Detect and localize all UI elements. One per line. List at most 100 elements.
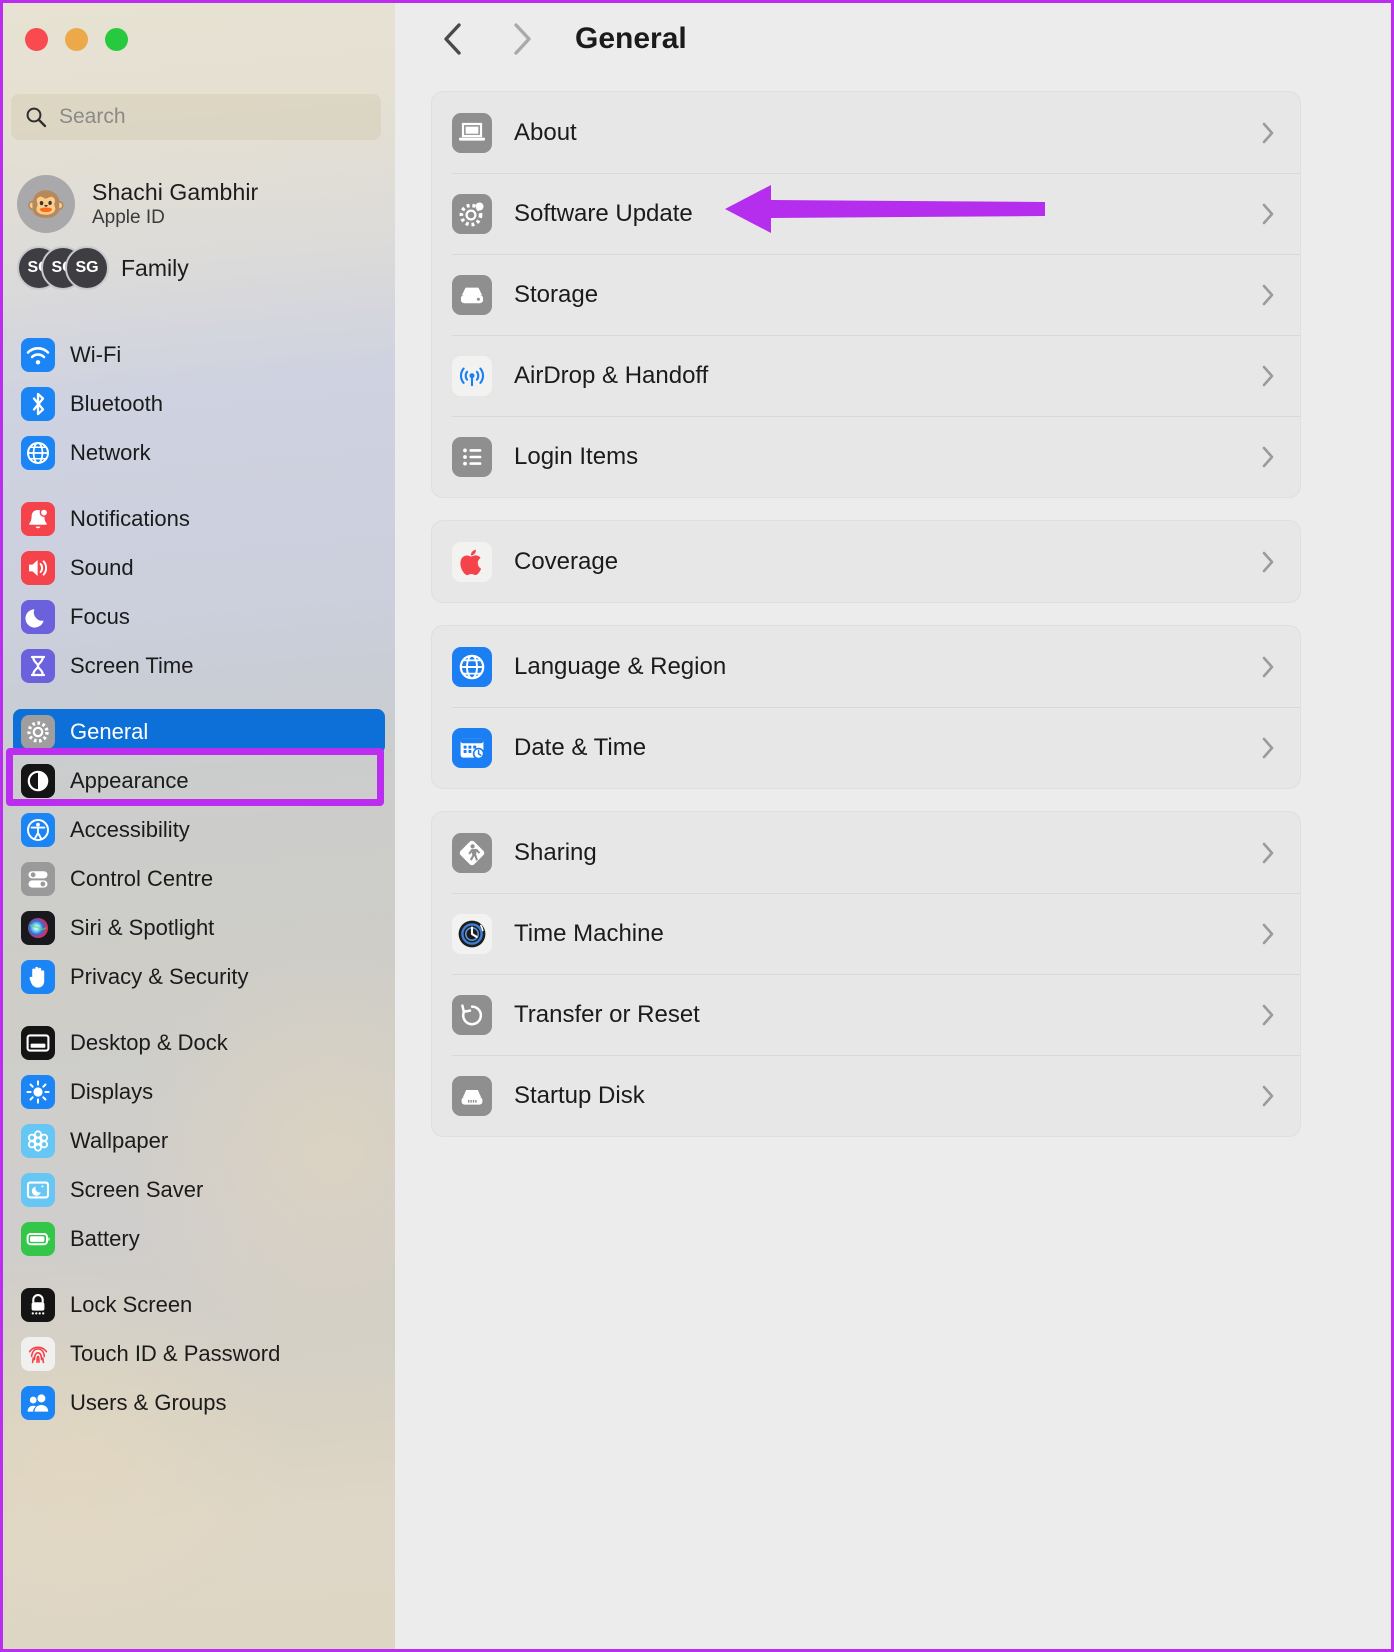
family-avatars: SG SG SG — [17, 246, 109, 290]
sidebar-item-lock-screen[interactable]: Lock Screen — [13, 1282, 385, 1327]
wifi-icon — [21, 337, 55, 372]
sidebar-item-label: Network — [70, 439, 151, 465]
back-button[interactable] — [431, 17, 475, 61]
row-software-update[interactable]: Software Update — [432, 173, 1300, 254]
sidebar-item-label: Screen Time — [70, 652, 194, 678]
sidebar-item-desktop-dock[interactable]: Desktop & Dock — [13, 1020, 385, 1065]
sidebar-item-label: Wallpaper — [70, 1127, 169, 1153]
sidebar-item-sound[interactable]: Sound — [13, 545, 385, 590]
search-input[interactable] — [59, 105, 367, 129]
sidebar: 🐵 Shachi Gambhir Apple ID SG SG SG Famil… — [3, 3, 395, 1649]
appearance-contrast-icon — [21, 763, 55, 798]
sidebar-item-screen-time[interactable]: Screen Time — [13, 643, 385, 688]
account-section: 🐵 Shachi Gambhir Apple ID SG SG SG Famil… — [3, 168, 395, 296]
row-language-region[interactable]: Language & Region — [432, 626, 1300, 707]
close-button[interactable] — [25, 28, 48, 51]
sidebar-item-bluetooth[interactable]: Bluetooth — [13, 381, 385, 426]
screen-saver-icon — [21, 1172, 55, 1207]
row-label: Time Machine — [514, 919, 664, 947]
sidebar-item-label: Focus — [70, 603, 130, 629]
apple-id-row[interactable]: 🐵 Shachi Gambhir Apple ID — [3, 168, 395, 240]
forward-button[interactable] — [499, 17, 543, 61]
sidebar-item-wallpaper[interactable]: Wallpaper — [13, 1118, 385, 1163]
row-sharing[interactable]: Sharing — [432, 812, 1300, 893]
sidebar-item-touch-id-password[interactable]: Touch ID & Password — [13, 1331, 385, 1376]
sidebar-item-general[interactable]: General — [13, 709, 385, 754]
sidebar-item-network[interactable]: Network — [13, 430, 385, 475]
sidebar-item-label: Users & Groups — [70, 1389, 227, 1415]
zoom-button[interactable] — [105, 28, 128, 51]
chevron-right-icon — [1260, 1083, 1276, 1109]
desktop-dock-icon — [21, 1025, 55, 1060]
row-storage[interactable]: Storage — [432, 254, 1300, 335]
chevron-right-icon — [1260, 840, 1276, 866]
sidebar-item-control-centre[interactable]: Control Centre — [13, 856, 385, 901]
chevron-left-icon — [440, 19, 466, 59]
sidebar-item-battery[interactable]: Battery — [13, 1216, 385, 1261]
sidebar-item-label: Privacy & Security — [70, 963, 249, 989]
row-date-time[interactable]: Date & Time — [432, 707, 1300, 788]
sidebar-item-label: Control Centre — [70, 865, 214, 891]
chevron-right-icon — [1260, 120, 1276, 146]
nav-group: Wi-Fi Bluetooth Network — [3, 332, 395, 475]
gear-icon — [21, 714, 55, 749]
sidebar-item-label: Screen Saver — [70, 1176, 204, 1202]
apple-logo-icon — [452, 541, 492, 582]
window-traffic-lights — [25, 28, 128, 51]
main-content: General About Software Update Storage Ai… — [395, 3, 1391, 1649]
sidebar-item-label: Lock Screen — [70, 1291, 193, 1317]
sidebar-item-label: Appearance — [70, 767, 189, 793]
nav-group: Lock Screen Touch ID & Password Users & … — [3, 1282, 395, 1425]
row-login-items[interactable]: Login Items — [432, 416, 1300, 497]
row-label: Language & Region — [514, 652, 727, 680]
row-label: AirDrop & Handoff — [514, 361, 709, 389]
chevron-right-icon — [1260, 282, 1276, 308]
row-coverage[interactable]: Coverage — [432, 521, 1300, 602]
users-group-icon — [21, 1385, 55, 1420]
minimize-button[interactable] — [65, 28, 88, 51]
settings-card: Coverage — [431, 520, 1301, 603]
siri-orb-icon — [21, 910, 55, 945]
sidebar-item-appearance[interactable]: Appearance — [13, 758, 385, 803]
row-time-machine[interactable]: Time Machine — [432, 893, 1300, 974]
sidebar-item-label: Battery — [70, 1225, 140, 1251]
sidebar-item-screen-saver[interactable]: Screen Saver — [13, 1167, 385, 1212]
nav-group: Desktop & Dock Displays Wallpaper Screen… — [3, 1020, 395, 1261]
bell-icon — [21, 501, 55, 536]
sidebar-item-siri-spotlight[interactable]: Siri & Spotlight — [13, 905, 385, 950]
software-update-gear-icon — [452, 193, 492, 234]
row-label: Storage — [514, 280, 599, 308]
hourglass-icon — [21, 648, 55, 683]
row-airdrop-handoff[interactable]: AirDrop & Handoff — [432, 335, 1300, 416]
sidebar-item-focus[interactable]: Focus — [13, 594, 385, 639]
search-field[interactable] — [11, 94, 381, 140]
row-label: About — [514, 118, 577, 146]
row-label: Sharing — [514, 838, 597, 866]
system-settings-window: 🐵 Shachi Gambhir Apple ID SG SG SG Famil… — [0, 0, 1394, 1652]
storage-drive-icon — [452, 274, 492, 315]
sharing-walk-icon — [452, 832, 492, 873]
row-startup-disk[interactable]: Startup Disk — [432, 1055, 1300, 1136]
nav-group: Notifications Sound Focus Screen Time — [3, 496, 395, 688]
control-centre-toggles-icon — [21, 861, 55, 896]
family-avatar: SG — [65, 246, 109, 290]
globe-icon — [452, 646, 492, 687]
account-subtitle: Apple ID — [92, 207, 165, 228]
sidebar-item-displays[interactable]: Displays — [13, 1069, 385, 1114]
network-globe-icon — [21, 435, 55, 470]
family-row[interactable]: SG SG SG Family — [3, 240, 395, 296]
sidebar-item-privacy-security[interactable]: Privacy & Security — [13, 954, 385, 999]
settings-card: Sharing Time Machine Transfer or Reset S… — [431, 811, 1301, 1137]
account-text: Shachi Gambhir Apple ID — [92, 179, 258, 229]
sidebar-item-accessibility[interactable]: Accessibility — [13, 807, 385, 852]
sidebar-item-notifications[interactable]: Notifications — [13, 496, 385, 541]
sidebar-item-label: General — [70, 718, 149, 744]
row-about[interactable]: About — [432, 92, 1300, 173]
moon-icon — [21, 599, 55, 634]
chevron-right-icon — [1260, 654, 1276, 680]
sidebar-item-wifi[interactable]: Wi-Fi — [13, 332, 385, 377]
row-transfer-or-reset[interactable]: Transfer or Reset — [432, 974, 1300, 1055]
sidebar-item-users-groups[interactable]: Users & Groups — [13, 1380, 385, 1425]
avatar-glyph: 🐵 — [26, 186, 66, 222]
chevron-right-icon — [1260, 921, 1276, 947]
